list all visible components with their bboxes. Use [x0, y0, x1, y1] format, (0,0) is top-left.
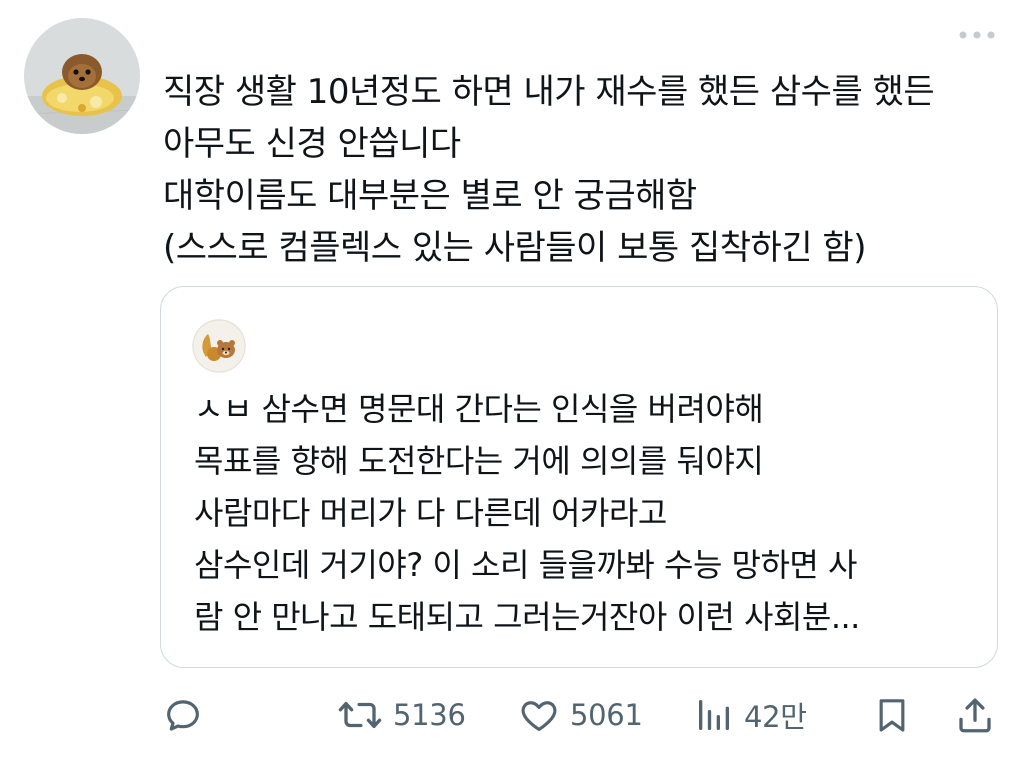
quoted-tweet-card[interactable]: ㅅㅂ 삼수면 명문대 간다는 인식을 버려야해 목표를 향해 도전한다는 거에 …: [160, 286, 998, 668]
views-count: 42만: [744, 700, 807, 734]
tweet-line: 대학이름도 대부분은 별로 안 궁금해함: [163, 176, 697, 216]
like-button[interactable]: 5061: [518, 690, 643, 740]
avatar-image: [24, 18, 140, 134]
heart-icon: [521, 701, 557, 731]
more-options-button[interactable]: [954, 22, 1000, 48]
retweet-count: 5136: [393, 698, 466, 732]
quote-line: 목표를 향해 도전한다는 거에 의의를 둬야지: [194, 442, 764, 480]
reply-icon: [167, 700, 199, 731]
quoted-avatar-image: [192, 319, 246, 373]
tweet-action-bar: 5136 5061 42만: [0, 690, 1024, 740]
tweet-line: (스스로 컴플렉스 있는 사람들이 보통 집착하긴 함): [163, 228, 866, 268]
views-chart-icon: [699, 700, 729, 730]
quote-line: 람 안 만나고 도태되고 그러는거잔아 이런 사회분...: [194, 598, 860, 636]
tweet-line: 직장 생활 10년정도 하면 내가 재수를 했든 삼수를 했든: [163, 72, 935, 112]
quote-line: ㅅㅂ 삼수면 명문대 간다는 인식을 버려야해: [194, 390, 764, 428]
quoted-tweet-text: ㅅㅂ 삼수면 명문대 간다는 인식을 버려야해 목표를 향해 도전한다는 거에 …: [194, 383, 984, 643]
quote-line: 사람마다 머리가 다 다른데 어카라고: [194, 494, 667, 532]
tweet-text: 직장 생활 10년정도 하면 내가 재수를 했든 삼수를 했든 아무도 신경 안…: [163, 66, 1013, 274]
tweet-line: 아무도 신경 안씁니다: [163, 124, 461, 164]
retweet-button[interactable]: 5136: [337, 690, 466, 740]
share-button[interactable]: [954, 690, 996, 740]
bookmark-button[interactable]: [872, 690, 912, 740]
more-dots-icon: [959, 31, 995, 39]
share-icon: [959, 698, 991, 733]
bookmark-icon: [879, 699, 905, 732]
retweet-icon: [338, 701, 382, 729]
views-button[interactable]: 42만: [694, 690, 807, 740]
like-count: 5061: [570, 698, 643, 732]
quote-line: 삼수인데 거기야? 이 소리 들을까봐 수능 망하면 사: [194, 546, 858, 584]
author-avatar[interactable]: [24, 18, 140, 134]
reply-button[interactable]: [162, 690, 204, 740]
quoted-author-avatar[interactable]: [192, 319, 246, 373]
